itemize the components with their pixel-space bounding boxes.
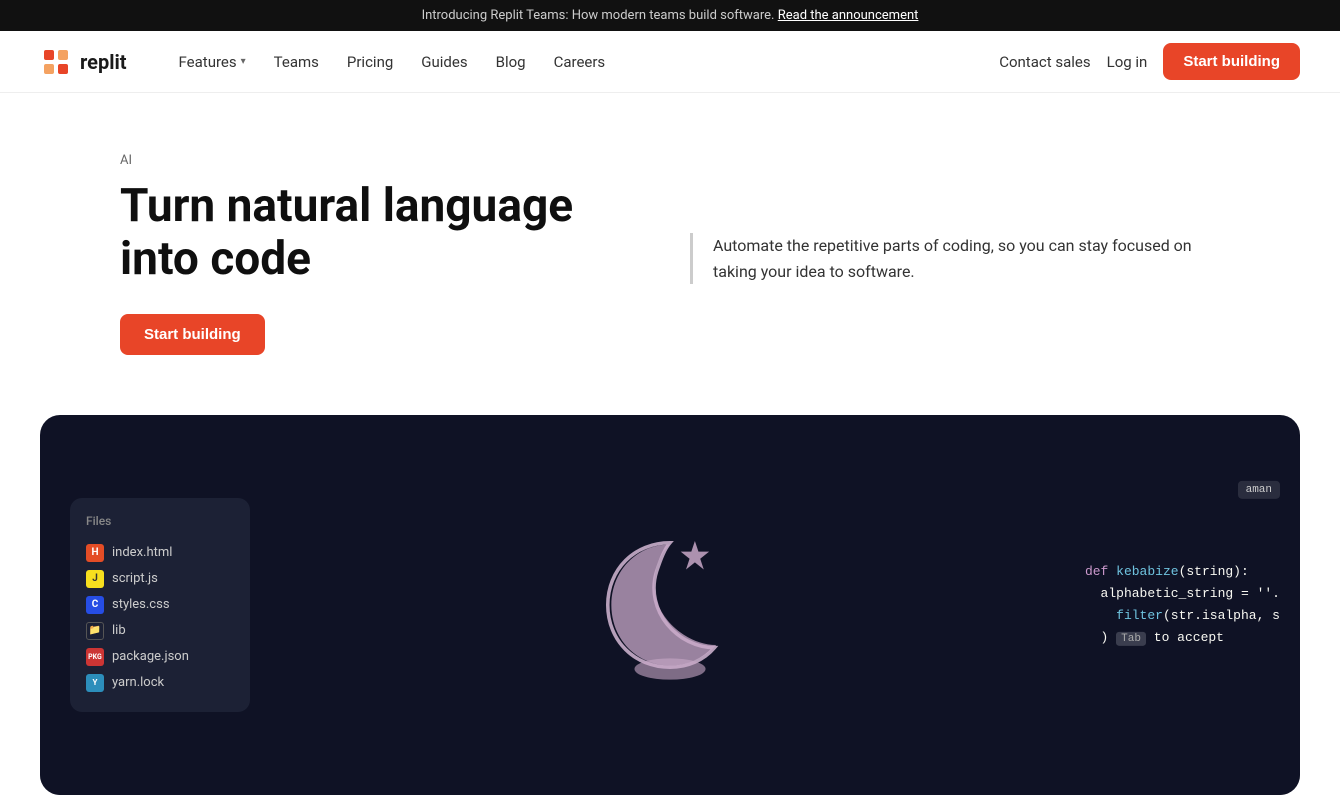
code-line: filter(str.isalpha, s [1085, 605, 1280, 627]
hero-tag: AI [120, 153, 650, 168]
pkg-icon: PKG [86, 648, 104, 666]
code-line: def kebabize(string): [1085, 561, 1280, 583]
ai-icon-center [590, 525, 750, 685]
chevron-down-icon: ▾ [241, 56, 246, 67]
demo-section: Files H index.html J script.js C styles.… [40, 415, 1300, 795]
contact-sales-link[interactable]: Contact sales [999, 53, 1090, 71]
file-name: package.json [112, 649, 189, 664]
folder-icon: 📁 [86, 622, 104, 640]
nav-teams[interactable]: Teams [262, 47, 331, 77]
code-panel: aman def kebabize(string): alphabetic_st… [1065, 541, 1300, 669]
logo-text: replit [80, 50, 127, 74]
file-panel-title: Files [86, 514, 234, 528]
file-name: yarn.lock [112, 675, 164, 690]
list-item[interactable]: PKG package.json [86, 644, 234, 670]
announcement-link[interactable]: Read the announcement [778, 8, 919, 23]
list-item[interactable]: J script.js [86, 566, 234, 592]
announcement-text: Introducing Replit Teams: How modern tea… [422, 8, 775, 23]
logo-area[interactable]: replit [40, 46, 127, 78]
list-item[interactable]: Y yarn.lock [86, 670, 234, 696]
nav-features[interactable]: Features ▾ [167, 47, 258, 77]
nav-pricing[interactable]: Pricing [335, 47, 405, 77]
code-line: ) Tab to accept [1085, 627, 1280, 649]
file-name: script.js [112, 571, 158, 586]
file-panel: Files H index.html J script.js C styles.… [70, 498, 250, 712]
tab-hint: Tab [1116, 632, 1146, 646]
file-name: index.html [112, 545, 172, 560]
login-link[interactable]: Log in [1107, 53, 1148, 71]
list-item[interactable]: 📁 lib [86, 618, 234, 644]
nav-careers[interactable]: Careers [542, 47, 618, 77]
nav-right: Contact sales Log in Start building [999, 43, 1300, 80]
moon-star-icon [590, 525, 750, 685]
hero-left: AI Turn natural language into code Start… [120, 153, 650, 355]
navbar: replit Features ▾ Teams Pricing Guides B… [0, 31, 1340, 93]
yarn-icon: Y [86, 674, 104, 692]
file-name: styles.css [112, 597, 170, 612]
hero-section: AI Turn natural language into code Start… [0, 93, 1340, 395]
announcement-bar: Introducing Replit Teams: How modern tea… [0, 0, 1340, 31]
nav-start-building-button[interactable]: Start building [1163, 43, 1300, 80]
hero-description: Automate the repetitive parts of coding,… [690, 233, 1220, 284]
nav-blog[interactable]: Blog [484, 47, 538, 77]
hero-title: Turn natural language into code [120, 180, 650, 286]
css-icon: C [86, 596, 104, 614]
nav-guides[interactable]: Guides [409, 47, 479, 77]
js-icon: J [86, 570, 104, 588]
hero-right: Automate the repetitive parts of coding,… [690, 223, 1220, 284]
file-name: lib [112, 623, 126, 638]
replit-logo-icon [40, 46, 72, 78]
html-icon: H [86, 544, 104, 562]
code-line: alphabetic_string = ''. [1085, 583, 1280, 605]
nav-links: Features ▾ Teams Pricing Guides Blog Car… [167, 47, 1000, 77]
hero-start-building-button[interactable]: Start building [120, 314, 265, 355]
code-user-badge: aman [1238, 481, 1280, 499]
list-item[interactable]: H index.html [86, 540, 234, 566]
list-item[interactable]: C styles.css [86, 592, 234, 618]
